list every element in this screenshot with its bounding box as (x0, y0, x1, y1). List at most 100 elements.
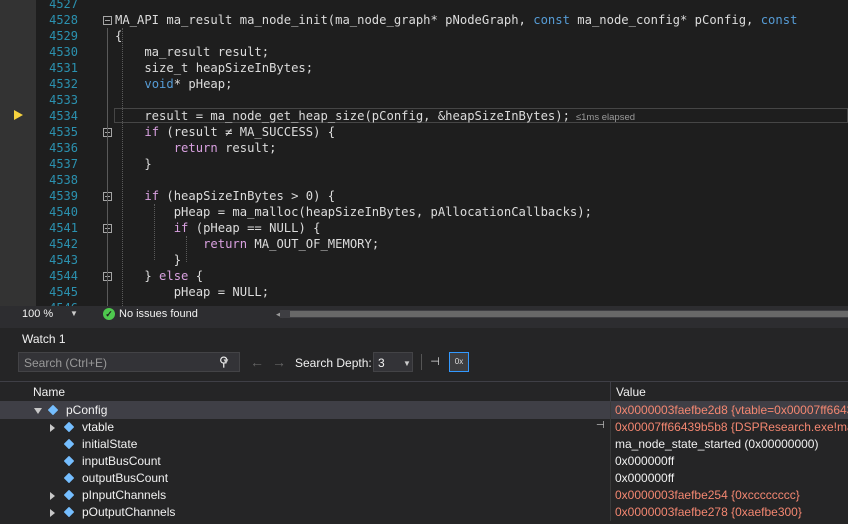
column-header-value[interactable]: Value (616, 385, 646, 399)
code-line[interactable]: 4545 pHeap = NULL; (0, 284, 848, 300)
forward-arrow-icon[interactable]: → (272, 354, 286, 370)
line-number: 4538 (49, 173, 78, 187)
chevron-down-icon: ▼ (403, 359, 411, 368)
field-icon (63, 438, 75, 450)
watch-row-name[interactable]: pConfig (66, 403, 107, 417)
hex-display-icon[interactable]: 0x (449, 352, 469, 372)
column-divider (610, 402, 611, 419)
search-depth-value: 3 (378, 356, 385, 370)
column-divider (610, 453, 611, 470)
code-line[interactable]: 4540 pHeap = ma_malloc(heapSizeInBytes, … (0, 204, 848, 220)
line-number: 4537 (49, 157, 78, 171)
search-dropdown-icon[interactable]: ▼ (222, 357, 230, 366)
column-header-name[interactable]: Name (33, 385, 65, 399)
indent-guide (122, 28, 124, 306)
watch-row[interactable]: pOutputChannels 0x0000003faefbe278 {0xaef… (0, 504, 848, 521)
collapse-toggle-icon[interactable] (103, 16, 112, 25)
perf-tip-elapsed[interactable]: ≤1ms elapsed (576, 112, 635, 123)
code-line[interactable]: 4539 if (heapSizeInBytes > 0) { (0, 188, 848, 204)
search-input[interactable]: Search (Ctrl+E) ⚲ (18, 352, 240, 372)
column-divider (610, 470, 611, 487)
watch-window: Watch 1 Search (Ctrl+E) ⚲ ▼ ← → Search D… (0, 322, 848, 524)
line-number: 4531 (49, 61, 78, 75)
zoom-dropdown-icon[interactable]: ▼ (70, 307, 78, 321)
code-line[interactable]: 4531 size_t heapSizeInBytes; (0, 60, 848, 76)
code-line[interactable]: 4538 (0, 172, 848, 188)
watch-row-value[interactable]: 0x000000ff (615, 454, 848, 468)
column-divider[interactable] (610, 382, 611, 402)
watch-row-value[interactable]: ma_node_state_started (0x00000000) (615, 437, 848, 451)
watch-row[interactable]: pInputChannels 0x0000003faefbe254 {0xcccc… (0, 487, 848, 504)
search-depth-select[interactable]: 3 ▼ (373, 352, 413, 372)
column-divider (610, 436, 611, 453)
watch-row[interactable]: initialState ma_node_state_started (0x000… (0, 436, 848, 453)
code-line[interactable]: 4537 } (0, 156, 848, 172)
watch-row[interactable]: outputBusCount 0x000000ff (0, 470, 848, 487)
code-line[interactable]: 4542 return MA_OUT_OF_MEMORY; (0, 236, 848, 252)
watch-row-value[interactable]: 0x00007ff66439b5b8 {DSPResearch.exe!ma_n… (615, 420, 848, 434)
code-line[interactable]: 4534 result = ma_node_get_heap_size(pCon… (0, 108, 848, 124)
watch-row[interactable]: vtable ⊣ 0x00007ff66439b5b8 {DSPResearch.e… (0, 419, 848, 436)
pin-icon[interactable]: ⊣ (596, 420, 605, 431)
line-number: 4542 (49, 237, 78, 251)
watch-row[interactable]: inputBusCount 0x000000ff (0, 453, 848, 470)
watch-row-name[interactable]: inputBusCount (82, 454, 161, 468)
watch-row-name[interactable]: outputBusCount (82, 471, 168, 485)
code-line[interactable]: 4533 (0, 92, 848, 108)
scrollbar-thumb[interactable] (290, 311, 848, 317)
grid-header: Name Value (0, 381, 848, 402)
code-text: if (heapSizeInBytes > 0) { (144, 189, 336, 203)
line-number: 4529 (49, 29, 78, 43)
field-icon (63, 506, 75, 518)
line-number: 4533 (49, 93, 78, 107)
search-depth-label: Search Depth: (295, 356, 372, 370)
line-number: 4534 (49, 109, 78, 123)
code-line[interactable]: 4535 if (result ≠ MA_SUCCESS) { (0, 124, 848, 140)
code-line[interactable]: 4532 void* pHeap; (0, 76, 848, 92)
code-line[interactable]: 4528 MA_API ma_result ma_node_init(ma_nod… (0, 12, 848, 28)
pin-icon[interactable]: ⊣ (428, 355, 442, 369)
watch-row-value[interactable]: 0x000000ff (615, 471, 848, 485)
field-icon (63, 489, 75, 501)
zoom-level[interactable]: 100 % (22, 307, 53, 321)
line-number: 4530 (49, 45, 78, 59)
watch-title[interactable]: Watch 1 (22, 332, 66, 346)
back-arrow-icon[interactable]: ← (250, 354, 264, 370)
code-line[interactable]: 4529{ (0, 28, 848, 44)
check-circle-icon: ✓ (103, 308, 115, 320)
editor-status-bar: 100 % ▼ ✓ No issues found ◀ (0, 306, 848, 322)
watch-row-name[interactable]: initialState (82, 437, 137, 451)
line-number: 4544 (49, 269, 78, 283)
expand-arrow-icon[interactable] (50, 492, 55, 500)
field-icon (63, 472, 75, 484)
expand-arrow-icon[interactable] (50, 424, 55, 432)
line-number: 4535 (49, 125, 78, 139)
watch-row[interactable]: pConfig 0x0000003faefbe2d8 {vtable=0x0000… (0, 402, 848, 419)
line-number: 4539 (49, 189, 78, 203)
watch-row-name[interactable]: vtable (82, 420, 114, 434)
watch-row-name[interactable]: pInputChannels (82, 488, 166, 502)
code-editor[interactable]: 4527 4528 MA_API ma_result ma_node_init(ma… (0, 0, 848, 306)
watch-row-name[interactable]: pOutputChannels (82, 505, 175, 519)
code-line[interactable]: 4544 } else { (0, 268, 848, 284)
code-line[interactable]: 4541 if (pHeap == NULL) { (0, 220, 848, 236)
horizontal-scrollbar[interactable] (280, 310, 848, 318)
code-text: void* pHeap; (144, 77, 233, 91)
issues-status[interactable]: No issues found (119, 307, 198, 321)
code-text: if (pHeap == NULL) { (173, 221, 321, 235)
code-text: } (115, 253, 182, 267)
watch-row-value[interactable]: 0x0000003faefbe278 {0xaefbe300} (615, 505, 848, 519)
column-divider (610, 504, 611, 521)
code-line[interactable]: 4527 (0, 0, 848, 12)
watch-row-value[interactable]: 0x0000003faefbe254 {0xcccccccc} (615, 488, 848, 502)
line-number: 4545 (49, 285, 78, 299)
collapse-arrow-icon[interactable] (34, 408, 42, 414)
line-number: 4527 (49, 0, 78, 11)
toolbar-separator (421, 354, 422, 370)
code-line[interactable]: 4536 return result; (0, 140, 848, 156)
expand-arrow-icon[interactable] (50, 509, 55, 517)
watch-row-value[interactable]: 0x0000003faefbe2d8 {vtable=0x00007ff6643… (615, 403, 848, 417)
code-line[interactable]: 4543 } (0, 252, 848, 268)
code-line[interactable]: 4530 ma_result result; (0, 44, 848, 60)
line-number: 4540 (49, 205, 78, 219)
